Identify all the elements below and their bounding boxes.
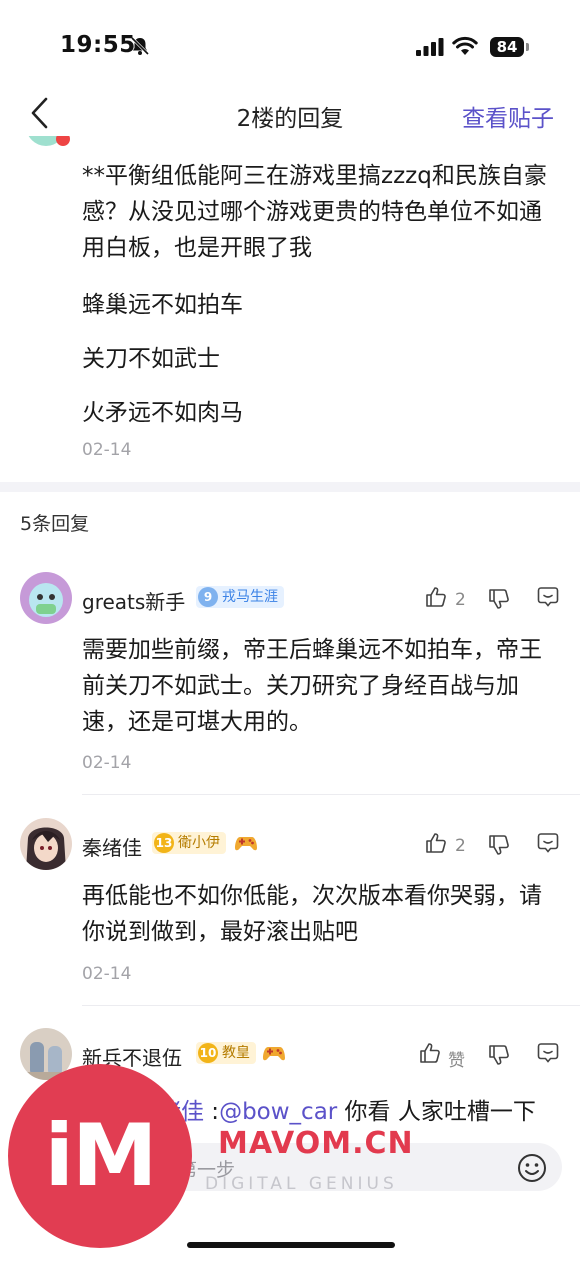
level-badge: 10 教皇 xyxy=(196,1042,256,1064)
thumbs-down-icon[interactable] xyxy=(487,1043,511,1067)
level-number: 13 xyxy=(154,833,174,853)
level-title: 衛小伊 xyxy=(178,835,220,851)
reply-count: 5条回复 xyxy=(20,513,90,535)
section-divider xyxy=(0,482,580,492)
comment-separator xyxy=(82,1005,580,1006)
avatar[interactable] xyxy=(20,818,72,870)
mention-link[interactable]: @bow_car xyxy=(219,1099,337,1125)
reply-colon: : xyxy=(204,1099,220,1125)
battery-level: 84 xyxy=(490,37,524,57)
level-title: 戎马生涯 xyxy=(222,589,278,605)
like-count: 2 xyxy=(455,590,466,610)
watermark-brand: MAVOM.CN xyxy=(218,1126,414,1161)
reply-bubble-icon[interactable] xyxy=(536,585,560,609)
status-time: 19:55 xyxy=(60,32,136,58)
thumbs-up-icon[interactable] xyxy=(418,1041,442,1065)
comment-text: 再低能也不如你低能，次次版本看你哭弱，请你说到做到，最好滚出贴吧 xyxy=(82,883,542,945)
level-badge: 13 衛小伊 xyxy=(152,832,226,854)
reply-bubble-icon[interactable] xyxy=(536,831,560,855)
level-number: 9 xyxy=(198,587,218,607)
level-number: 10 xyxy=(198,1043,218,1063)
watermark-logo: iM xyxy=(8,1064,192,1248)
reply-bubble-icon[interactable] xyxy=(536,1041,560,1065)
view-post-link[interactable]: 查看贴子 xyxy=(462,99,554,133)
silent-bell-icon xyxy=(130,36,150,56)
thumbs-down-icon[interactable] xyxy=(487,833,511,857)
home-indicator[interactable] xyxy=(187,1242,395,1248)
post-line-3: 火矛远不如肉马 xyxy=(82,400,243,426)
game-controller-icon xyxy=(263,1047,285,1061)
like-label: 赞 xyxy=(448,1051,465,1071)
comment-username[interactable]: greats新手 xyxy=(82,586,185,615)
comment-text: 需要加些前缀，帝王后蜂巢远不如拍车，帝王前关刀不如武士。关刀研究了身经百战与加速… xyxy=(82,637,542,735)
post-author-avatar[interactable] xyxy=(26,136,72,150)
post-body: **平衡组低能阿三在游戏里搞zzzq和民族自豪感？从没见过哪个游戏更贵的特色单位… xyxy=(82,163,547,261)
emoji-icon[interactable] xyxy=(516,1152,548,1184)
thumbs-up-icon[interactable] xyxy=(424,831,448,855)
game-controller-icon xyxy=(235,837,257,851)
avatar[interactable] xyxy=(20,572,72,624)
level-title: 教皇 xyxy=(222,1045,250,1061)
comment-separator xyxy=(82,794,580,795)
level-badge: 9 戎马生涯 xyxy=(196,586,284,608)
thumbs-down-icon[interactable] xyxy=(487,587,511,611)
post-line-2: 关刀不如武士 xyxy=(82,346,220,372)
cellular-signal-icon xyxy=(416,38,444,56)
watermark-tagline: DIGITAL GENIUS xyxy=(205,1174,398,1194)
reply-text: 你看 人家吐槽一下 xyxy=(337,1099,536,1125)
comment-date: 02-14 xyxy=(82,964,132,984)
wifi-icon xyxy=(452,36,478,55)
battery-tip xyxy=(526,43,529,51)
comment-username[interactable]: 秦绪佳 xyxy=(82,832,142,861)
post-line-1: 蜂巢远不如拍车 xyxy=(82,292,243,318)
like-count: 2 xyxy=(455,836,466,856)
thumbs-up-icon[interactable] xyxy=(424,585,448,609)
post-date: 02-14 xyxy=(82,440,132,460)
comment-date: 02-14 xyxy=(82,753,132,773)
